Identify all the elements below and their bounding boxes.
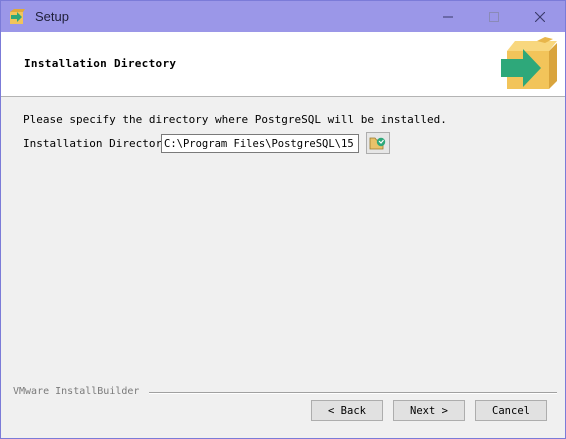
setup-window: Setup Installation Directory Please spec…: [0, 0, 566, 439]
browse-button[interactable]: [366, 132, 390, 154]
minimize-icon: [443, 16, 453, 17]
close-icon: [535, 11, 545, 22]
setup-arrow-icon: [8, 8, 26, 26]
footer-divider: [149, 392, 557, 394]
title-bar[interactable]: Setup: [1, 1, 565, 32]
maximize-button[interactable]: [471, 1, 517, 32]
page-header: Installation Directory: [1, 32, 565, 97]
folder-browse-icon: [369, 137, 386, 150]
minimize-button[interactable]: [425, 1, 471, 32]
close-button[interactable]: [517, 1, 563, 32]
installbuilder-box-arrow-icon: [499, 37, 557, 95]
window-title: Setup: [35, 9, 69, 24]
installation-directory-label: Installation Directory: [23, 137, 169, 150]
page-title: Installation Directory: [24, 57, 177, 70]
next-button[interactable]: Next >: [393, 400, 465, 421]
directory-prompt: Please specify the directory where Postg…: [23, 113, 447, 126]
back-button[interactable]: < Back: [311, 400, 383, 421]
maximize-icon: [489, 11, 499, 22]
cancel-button[interactable]: Cancel: [475, 400, 547, 421]
content-area: Please specify the directory where Postg…: [1, 97, 565, 387]
installation-directory-input[interactable]: [161, 134, 359, 153]
installbuilder-brand: VMware InstallBuilder: [13, 386, 140, 397]
